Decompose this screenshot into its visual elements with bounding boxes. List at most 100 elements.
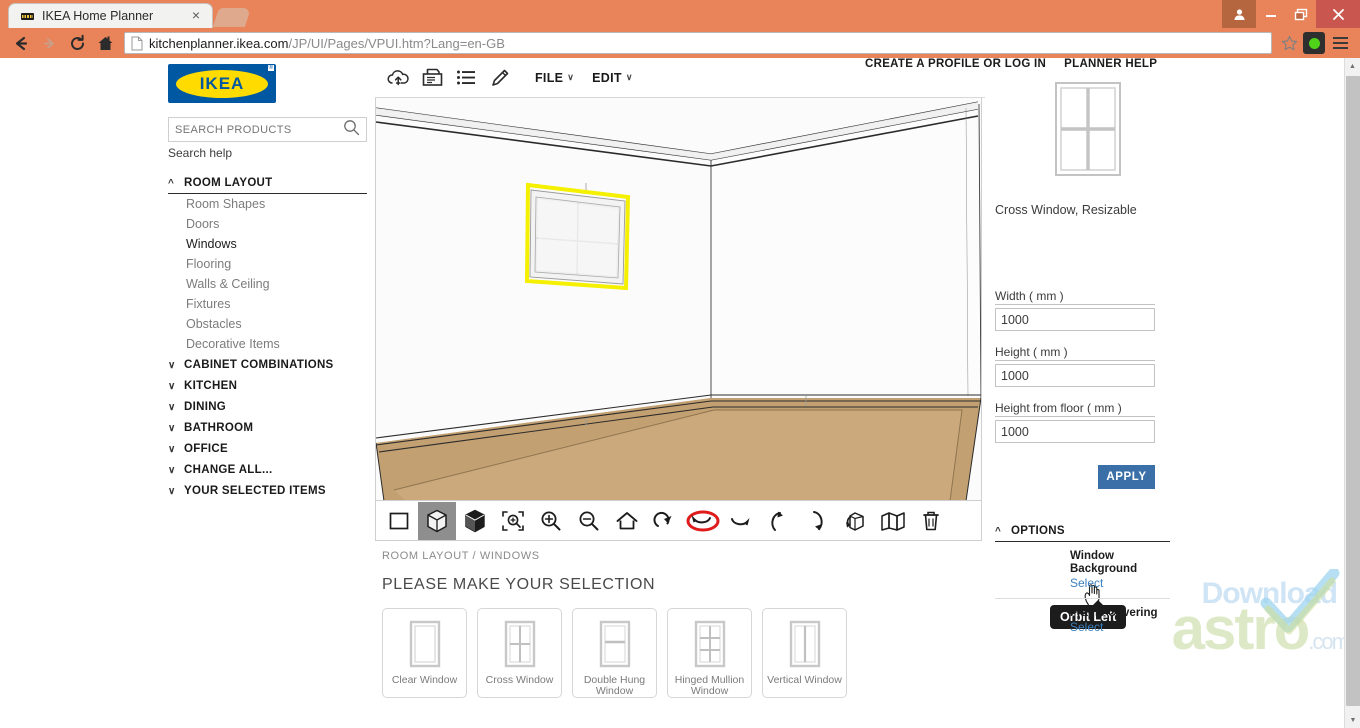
sidebar-item-obstacles[interactable]: Obstacles	[160, 314, 375, 334]
orbit-left-icon[interactable]	[684, 502, 722, 540]
room-3d-viewport[interactable]	[375, 98, 982, 501]
chevron-up-icon: ^	[168, 177, 175, 189]
height-field[interactable]	[995, 364, 1155, 387]
sidebar-group-label: CHANGE ALL...	[184, 464, 273, 476]
print-icon[interactable]	[415, 62, 449, 94]
list-icon[interactable]	[449, 62, 483, 94]
thumb-hinged-mullion-window[interactable]: Hinged Mullion Window	[667, 608, 752, 698]
user-profile-icon[interactable]	[1222, 0, 1256, 28]
sidebar-group-your-selected-items[interactable]: ∨ YOUR SELECTED ITEMS	[168, 480, 367, 501]
thumb-vertical-window[interactable]: Vertical Window	[762, 608, 847, 698]
sidebar-item-walls-ceiling[interactable]: Walls & Ceiling	[160, 274, 375, 294]
forward-arrow-icon[interactable]	[36, 30, 62, 56]
sidebar-group-room-layout[interactable]: ^ ROOM LAYOUT	[168, 172, 367, 194]
search-help-link[interactable]: Search help	[168, 146, 375, 160]
sidebar-item-flooring[interactable]: Flooring	[160, 254, 375, 274]
apply-button[interactable]: APPLY	[1098, 465, 1155, 489]
edit-menu[interactable]: EDIT ∨	[592, 71, 633, 85]
scroll-up-arrow-icon[interactable]: ▲	[1345, 58, 1360, 74]
sidebar-group-kitchen[interactable]: ∨ KITCHEN	[168, 375, 367, 396]
file-menu[interactable]: FILE ∨	[535, 71, 574, 85]
cloud-upload-icon[interactable]	[381, 62, 415, 94]
delete-icon[interactable]	[912, 502, 950, 540]
height-from-floor-field[interactable]	[995, 420, 1155, 443]
home-view-icon[interactable]	[608, 502, 646, 540]
hinged-mullion-window-icon	[690, 619, 730, 669]
sidebar-group-label: CABINET COMBINATIONS	[184, 359, 334, 371]
chevron-down-icon: ∨	[168, 422, 176, 434]
sidebar-group-cabinet-combinations[interactable]: ∨ CABINET COMBINATIONS	[168, 354, 367, 375]
search-input[interactable]	[175, 123, 343, 136]
tab-title: IKEA Home Planner	[42, 9, 154, 23]
tilt-down-icon[interactable]	[798, 502, 836, 540]
reload-icon[interactable]	[64, 30, 90, 56]
browser-menu-icon[interactable]	[1328, 37, 1352, 49]
search-products-box[interactable]	[168, 117, 367, 142]
options-section-header[interactable]: ^ OPTIONS	[995, 525, 1170, 542]
chevron-up-icon: ^	[995, 525, 1002, 537]
option-select-link[interactable]: Select	[1070, 576, 1170, 590]
orbit-right-icon[interactable]	[722, 502, 760, 540]
double-hung-window-icon	[595, 619, 635, 669]
home-icon[interactable]	[92, 30, 118, 56]
maximize-button[interactable]	[1286, 0, 1316, 28]
unfold-view-icon[interactable]	[874, 502, 912, 540]
search-icon[interactable]	[343, 119, 360, 141]
tab-strip: IKEA Home Planner ×	[0, 0, 1360, 28]
extension-icon[interactable]	[1303, 32, 1325, 54]
zoom-to-fit-icon[interactable]	[494, 502, 532, 540]
sidebar-group-bathroom[interactable]: ∨ BATHROOM	[168, 417, 367, 438]
minimize-button[interactable]	[1256, 0, 1286, 28]
width-field[interactable]	[995, 308, 1155, 331]
view-2d-icon[interactable]	[380, 502, 418, 540]
registered-mark: ®	[267, 65, 274, 71]
option-title: Window Background	[1070, 550, 1138, 575]
sidebar-group-label: DINING	[184, 401, 227, 413]
watermark-line-1: Download	[1201, 577, 1338, 610]
view-3d-solid-icon[interactable]	[456, 502, 494, 540]
thumb-clear-window[interactable]: Clear Window	[382, 608, 467, 698]
product-name: Cross Window, Resizable	[995, 203, 1137, 217]
sidebar-group-office[interactable]: ∨ OFFICE	[168, 438, 367, 459]
walk-through-icon[interactable]	[836, 502, 874, 540]
bookmark-star-icon[interactable]	[1278, 35, 1300, 52]
sidebar-item-doors[interactable]: Doors	[160, 214, 375, 234]
sidebar-item-room-shapes[interactable]: Room Shapes	[160, 194, 375, 214]
scrollbar-thumb[interactable]	[1346, 76, 1360, 706]
ikea-favicon-icon	[19, 8, 35, 24]
zoom-in-icon[interactable]	[532, 502, 570, 540]
browser-tab[interactable]: IKEA Home Planner ×	[8, 3, 213, 28]
cross-window-icon	[500, 619, 540, 669]
page-scrollbar[interactable]: ▲ ▼	[1344, 58, 1360, 728]
tab-close-icon[interactable]: ×	[188, 8, 204, 24]
thumb-double-hung-window[interactable]: Double Hung Window	[572, 608, 657, 698]
sidebar-item-windows[interactable]: Windows	[160, 234, 375, 254]
rotate-left-icon[interactable]	[646, 502, 684, 540]
address-bar[interactable]: kitchenplanner.ikea.com/JP/UI/Pages/VPUI…	[124, 32, 1272, 54]
option-select-link[interactable]: Select	[1070, 620, 1170, 634]
thumb-label: Cross Window	[485, 674, 554, 686]
sidebar-group-dining[interactable]: ∨ DINING	[168, 396, 367, 417]
watermark-line-2: astro.com	[1171, 595, 1350, 662]
view-3d-wireframe-icon[interactable]	[418, 501, 456, 540]
pencil-icon[interactable]	[483, 62, 517, 94]
thumb-cross-window[interactable]: Cross Window	[477, 608, 562, 698]
ikea-logo: IKEA ®	[168, 64, 276, 103]
sidebar-group-label: KITCHEN	[184, 380, 238, 392]
file-menu-label: FILE	[535, 70, 564, 85]
sidebar-group-label: BATHROOM	[184, 422, 254, 434]
url-path: /JP/UI/Pages/VPUI.htm?Lang=en-GB	[288, 35, 505, 51]
close-window-button[interactable]	[1316, 0, 1360, 28]
new-tab-button[interactable]	[212, 8, 252, 27]
sidebar-item-fixtures[interactable]: Fixtures	[160, 294, 375, 314]
tilt-up-icon[interactable]	[760, 502, 798, 540]
product-preview	[995, 66, 1180, 191]
scroll-down-arrow-icon[interactable]: ▼	[1345, 712, 1360, 728]
breadcrumb: ROOM LAYOUT / WINDOWS	[382, 550, 540, 562]
back-arrow-icon[interactable]	[8, 30, 34, 56]
sidebar-item-decorative-items[interactable]: Decorative Items	[160, 334, 375, 354]
zoom-out-icon[interactable]	[570, 502, 608, 540]
sidebar-group-change-all[interactable]: ∨ CHANGE ALL...	[168, 459, 367, 480]
chevron-down-icon: ∨	[168, 359, 176, 371]
thumb-label: Clear Window	[391, 674, 458, 686]
